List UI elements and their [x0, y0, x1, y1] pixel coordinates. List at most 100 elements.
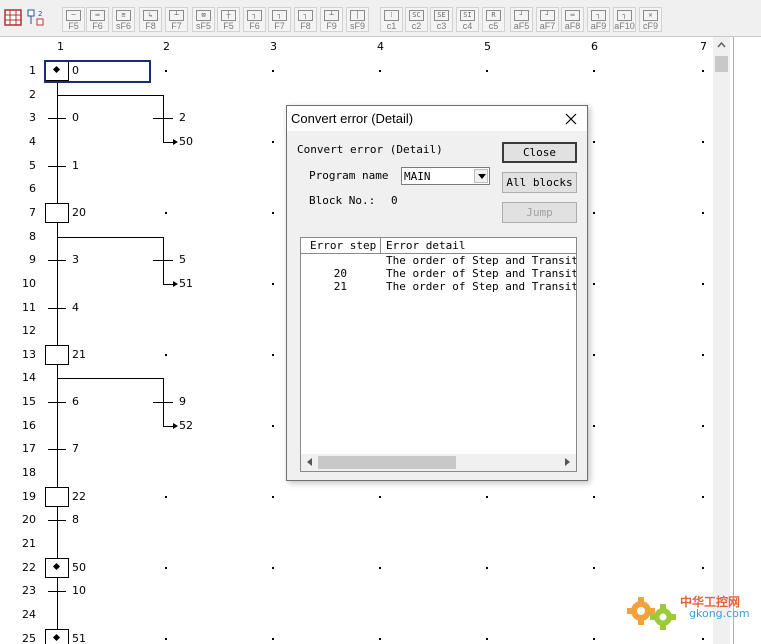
sfc-label: 3 — [72, 253, 79, 267]
sfc-symbol-icon: SE — [434, 10, 449, 21]
program-name-select[interactable]: MAIN — [401, 167, 490, 185]
column-error-detail[interactable]: Error detail — [386, 239, 465, 252]
grid-dot — [702, 353, 704, 356]
grid-view-icon[interactable] — [3, 7, 24, 28]
row-number: 4 — [29, 134, 36, 148]
grid-dot — [702, 211, 704, 214]
toolbar-button-sf6[interactable]: ≡ sF6 — [112, 7, 135, 32]
edit-cursor[interactable] — [44, 60, 151, 83]
grid-dot — [593, 495, 595, 498]
toolbar-button-af9[interactable]: ┐ aF9 — [587, 7, 610, 32]
sfc-label: 0 — [72, 111, 79, 125]
step-box[interactable] — [45, 486, 69, 507]
toolbar-button-f9[interactable]: ┴ F9 — [320, 7, 343, 32]
step-box[interactable] — [45, 628, 69, 644]
grid-dot — [379, 637, 381, 640]
table-row[interactable]: The order of Step and Transition — [301, 254, 576, 267]
sfc-label: 4 — [72, 300, 79, 314]
toolbar-button-label: F6 — [92, 21, 103, 31]
sort-icon[interactable]: 2 — [26, 7, 47, 28]
vertical-scroll-thumb[interactable] — [715, 56, 728, 72]
transition-mark — [48, 591, 66, 593]
transition-mark — [48, 520, 66, 522]
grid-dot — [702, 566, 704, 569]
toolbar-button-c2[interactable]: SC c2 — [405, 7, 428, 32]
column-error-step[interactable]: Error step — [310, 239, 376, 252]
error-step-cell: 21 — [333, 280, 347, 293]
sfc-symbol-icon: SC — [409, 10, 424, 21]
toolbar-button-f6[interactable]: ═ F6 — [86, 7, 109, 32]
sfc-symbol-icon: ─ — [66, 10, 81, 21]
watermark-url-text: gkong.com — [689, 607, 750, 620]
step-box[interactable] — [45, 344, 69, 365]
close-icon[interactable] — [563, 111, 579, 127]
sfc-symbol-icon: ┴ — [324, 10, 339, 21]
grid-dot — [272, 566, 274, 569]
column-divider[interactable] — [380, 238, 381, 253]
toolbar-button-f6[interactable]: ┐ F6 — [243, 7, 266, 32]
convert-error-dialog: Convert error (Detail) Convert error (De… — [286, 105, 588, 481]
error-list[interactable]: Error step Error detail The order of Ste… — [300, 237, 577, 472]
transition-mark — [48, 260, 66, 262]
toolbar-button-f7[interactable]: ┐ F7 — [268, 7, 291, 32]
jump-button[interactable]: Jump — [502, 202, 577, 223]
watermark-logo: 中华工控网 gkong.com — [625, 585, 761, 644]
row-number: 6 — [29, 182, 36, 196]
row-number: 8 — [29, 229, 36, 243]
grid-dot — [593, 140, 595, 143]
toolbar-button-label: sF9 — [349, 21, 365, 31]
toolbar-button-af7[interactable]: ┘ aF7 — [536, 7, 559, 32]
chevron-down-icon[interactable] — [474, 169, 488, 183]
grid-dot — [379, 70, 381, 72]
grid-dot — [486, 70, 488, 72]
sfc-label: 10 — [72, 584, 86, 598]
toolbar-button-label: c2 — [411, 21, 422, 31]
sfc-symbol-icon: ┴ — [169, 10, 184, 21]
dialog-titlebar[interactable]: Convert error (Detail) — [287, 106, 587, 131]
toolbar-button-f5[interactable]: ┼ F5 — [217, 7, 240, 32]
table-row[interactable]: 20 The order of Step and Transition — [301, 267, 576, 280]
toolbar-button-c5[interactable]: Rc5 — [482, 7, 505, 32]
branch-line — [57, 236, 163, 238]
toolbar-button-f7[interactable]: ┴ F7 — [165, 7, 188, 32]
jump-arrow-icon — [173, 280, 178, 287]
toolbar-button-c1[interactable]: ⁞ c1 — [380, 7, 403, 32]
sfc-symbol-icon: ┐ — [272, 10, 287, 21]
grid-dot — [272, 70, 274, 72]
table-row[interactable]: 21 The order of Step and Transition — [301, 280, 576, 293]
sfc-label: 5 — [179, 253, 186, 267]
toolbar-button-f8[interactable]: ┐ F8 — [294, 7, 317, 32]
scroll-up-icon[interactable] — [713, 37, 730, 54]
toolbar-button-f8[interactable]: ↳ F8 — [139, 7, 162, 32]
sfc-symbol-icon: ┐ — [247, 10, 262, 21]
grid-dot — [593, 424, 595, 427]
vertical-scrollbar[interactable] — [713, 37, 730, 644]
toolbar-button-sf5[interactable]: ⊠ sF5 — [192, 7, 215, 32]
toolbar-button-cf9[interactable]: ✕ cF9 — [639, 7, 662, 32]
close-button[interactable]: Close — [502, 142, 577, 163]
toolbar-button-c3[interactable]: SE c3 — [430, 7, 453, 32]
scroll-right-icon[interactable] — [565, 458, 570, 466]
toolbar-button-af5[interactable]: ┘ aF5 — [510, 7, 533, 32]
gear-icon — [627, 597, 676, 630]
step-box[interactable] — [45, 557, 69, 578]
toolbar-button-f5[interactable]: ─ F5 — [62, 7, 85, 32]
toolbar-button-c4[interactable]: SI c4 — [456, 7, 479, 32]
horizontal-scroll-thumb[interactable] — [318, 456, 456, 469]
horizontal-scrollbar[interactable] — [301, 454, 576, 471]
toolbar-button-label: F6 — [249, 21, 260, 31]
sfc-label: 50 — [179, 134, 193, 148]
row-number: 7 — [29, 205, 36, 219]
toolbar-button-sf9[interactable]: │ sF9 — [346, 7, 369, 32]
all-blocks-button[interactable]: All blocks — [502, 172, 577, 193]
step-box[interactable] — [45, 202, 69, 223]
sfc-symbol-icon: ⊠ — [196, 10, 211, 21]
scroll-left-icon[interactable] — [307, 458, 312, 466]
grid-dot — [702, 424, 704, 427]
toolbar-button-af10[interactable]: ┐ aF10 — [613, 7, 636, 32]
row-number: 23 — [22, 584, 36, 598]
grid-dot — [165, 211, 167, 214]
grid-dot — [593, 637, 595, 640]
row-number: 13 — [22, 347, 36, 361]
toolbar-button-af8[interactable]: ═ aF8 — [561, 7, 584, 32]
